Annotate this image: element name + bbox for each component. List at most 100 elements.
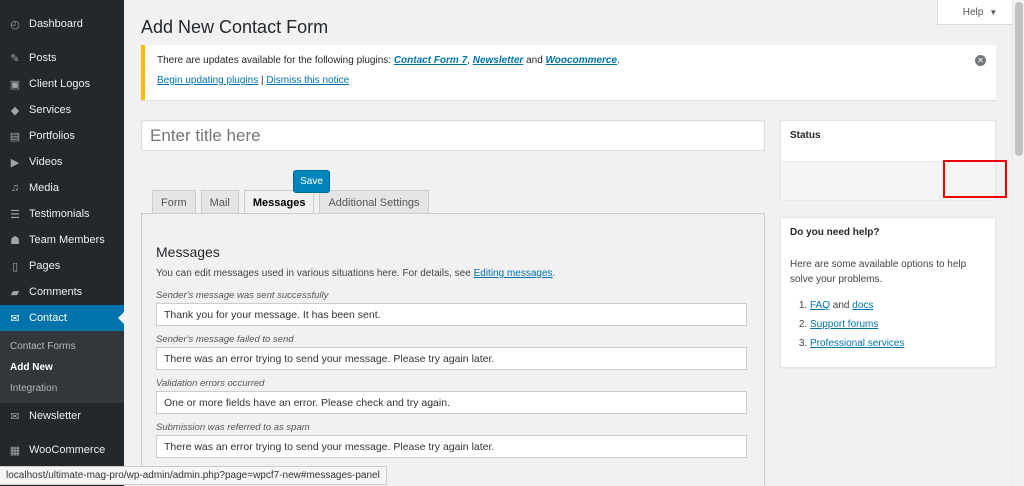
- update-notice: There are updates available for the foll…: [141, 45, 996, 100]
- tab-form[interactable]: Form: [152, 190, 196, 214]
- plugin-link-contact-form-7[interactable]: Contact Form 7: [394, 55, 467, 66]
- menu-comments[interactable]: ▰ Comments: [0, 279, 124, 305]
- messages-heading: Messages: [156, 244, 220, 260]
- list-item: Support forums: [810, 315, 986, 334]
- menu-testimonials[interactable]: ☰ Testimonials: [0, 201, 124, 227]
- title-input[interactable]: Enter title here: [141, 120, 765, 151]
- help-text: Here are some available options to help …: [790, 259, 967, 285]
- comment-icon: ▰: [10, 286, 20, 299]
- submenu-integration[interactable]: Integration: [0, 378, 124, 399]
- menu-label: Services: [29, 104, 72, 116]
- video-icon: ▶: [10, 156, 20, 169]
- menu-label: Team Members: [29, 234, 105, 246]
- tab-mail[interactable]: Mail: [200, 190, 239, 214]
- folder-icon: ▤: [9, 130, 21, 143]
- docs-link[interactable]: docs: [852, 300, 873, 311]
- menu-dashboard[interactable]: ◴ Dashboard: [0, 11, 124, 37]
- page-icon: ▯: [11, 260, 19, 273]
- dashboard-icon: ◴: [10, 18, 20, 31]
- highlight-box: [943, 160, 1007, 198]
- menu-label: Videos: [29, 156, 63, 168]
- desc-text: .: [552, 268, 556, 279]
- help-label: Help: [962, 6, 984, 18]
- dismiss-notice-link[interactable]: Dismiss this notice: [266, 75, 349, 86]
- field-label: Submission was referred to as spam: [156, 422, 310, 433]
- menu-pages[interactable]: ▯ Pages: [0, 253, 124, 279]
- messages-panel: Messages You can edit messages used in v…: [141, 213, 765, 486]
- field-label: Sender's message was sent successfully: [156, 290, 329, 301]
- plugin-link-newsletter[interactable]: Newsletter: [473, 55, 524, 66]
- message-field-spam[interactable]: There was an error trying to send your m…: [156, 435, 747, 458]
- list-item: Professional services: [810, 334, 986, 353]
- menu-label: Newsletter: [29, 410, 81, 422]
- pushpin-icon: ✎: [10, 52, 20, 65]
- tab-messages[interactable]: Messages: [243, 190, 315, 215]
- menu-label: Pages: [29, 260, 61, 272]
- menu-label: Media: [29, 182, 59, 194]
- field-label: Sender's message failed to send: [156, 334, 294, 345]
- woocommerce-icon: ▦: [9, 444, 21, 457]
- menu-portfolios[interactable]: ▤ Portfolios: [0, 123, 124, 149]
- main-content: Add New Contact Form Help ▼ There are up…: [124, 0, 1024, 486]
- contact-submenu: Contact Forms Add New Integration: [0, 331, 124, 403]
- notice-text: .: [617, 55, 620, 66]
- editing-messages-link[interactable]: Editing messages: [474, 268, 553, 279]
- notice-text: and: [523, 55, 546, 66]
- faq-link[interactable]: FAQ: [810, 300, 830, 311]
- help-links: FAQ and docs Support forums Professional…: [790, 296, 986, 353]
- close-icon[interactable]: ✕: [975, 55, 986, 66]
- media-icon: ♫: [10, 182, 20, 194]
- editor-tabs: Form Mail Messages Additional Settings: [152, 190, 429, 215]
- menu-label: Posts: [29, 52, 57, 64]
- email-icon: ✉: [10, 312, 20, 325]
- plugin-link-woocommerce[interactable]: Woocommerce: [546, 55, 618, 66]
- menu-contact[interactable]: ✉ Contact: [0, 305, 124, 331]
- tab-additional-settings[interactable]: Additional Settings: [319, 190, 429, 214]
- page-scrollbar[interactable]: [1012, 0, 1024, 486]
- help-title: Do you need help?: [790, 227, 880, 238]
- notice-text: There are updates available for the foll…: [157, 55, 394, 66]
- mail-icon: ✉: [10, 410, 20, 423]
- menu-client-logos[interactable]: ▣ Client Logos: [0, 71, 124, 97]
- scroll-thumb[interactable]: [1015, 2, 1023, 156]
- notice-message: There are updates available for the foll…: [157, 55, 984, 66]
- notice-actions: Begin updating plugins | Dismiss this no…: [157, 75, 984, 86]
- field-label: Validation errors occurred: [156, 378, 265, 389]
- menu-label: Testimonials: [29, 208, 90, 220]
- menu-label: WooCommerce: [29, 444, 106, 456]
- image-icon: ▣: [9, 78, 21, 91]
- menu-label: Portfolios: [29, 130, 75, 142]
- list-item: FAQ and docs: [810, 296, 986, 315]
- page-title: Add New Contact Form: [141, 17, 329, 37]
- message-field-validation-error[interactable]: One or more fields have an error. Please…: [156, 391, 747, 414]
- menu-label: Dashboard: [29, 18, 83, 30]
- caret-down-icon: ▼: [989, 7, 998, 17]
- menu-posts[interactable]: ✎ Posts: [0, 45, 124, 71]
- support-forums-link[interactable]: Support forums: [810, 319, 878, 330]
- status-url-bar: localhost/ultimate-mag-pro/wp-admin/admi…: [0, 466, 387, 485]
- message-field-sent-ok[interactable]: Thank you for your message. It has been …: [156, 303, 747, 326]
- message-field-failed[interactable]: There was an error trying to send your m…: [156, 347, 747, 370]
- menu-videos[interactable]: ▶ Videos: [0, 149, 124, 175]
- submenu-add-new[interactable]: Add New: [0, 357, 124, 378]
- comment-text-icon: ☰: [10, 208, 20, 221]
- menu-media[interactable]: ♫ Media: [0, 175, 124, 201]
- help-text-and: and: [830, 300, 853, 311]
- menu-label: Contact: [29, 312, 67, 324]
- tag-icon: ◆: [10, 104, 20, 117]
- begin-updating-link[interactable]: Begin updating plugins: [157, 75, 258, 86]
- menu-newsletter[interactable]: ✉ Newsletter: [0, 403, 124, 429]
- admin-sidebar: ◴ Dashboard ✎ Posts ▣ Client Logos ◆ Service…: [0, 0, 124, 486]
- messages-description: You can edit messages used in various si…: [156, 268, 750, 279]
- desc-text: You can edit messages used in various si…: [156, 268, 474, 279]
- menu-team-members[interactable]: ☗ Team Members: [0, 227, 124, 253]
- submenu-contact-forms[interactable]: Contact Forms: [0, 336, 124, 357]
- professional-services-link[interactable]: Professional services: [810, 338, 904, 349]
- menu-services[interactable]: ◆ Services: [0, 97, 124, 123]
- help-box: Do you need help? Here are some availabl…: [780, 217, 996, 368]
- group-icon: ☗: [10, 234, 20, 247]
- help-tab-button[interactable]: Help ▼: [937, 0, 1023, 25]
- save-button[interactable]: Save: [293, 170, 330, 193]
- menu-label: Comments: [29, 286, 83, 298]
- menu-woocommerce[interactable]: ▦ WooCommerce: [0, 437, 124, 463]
